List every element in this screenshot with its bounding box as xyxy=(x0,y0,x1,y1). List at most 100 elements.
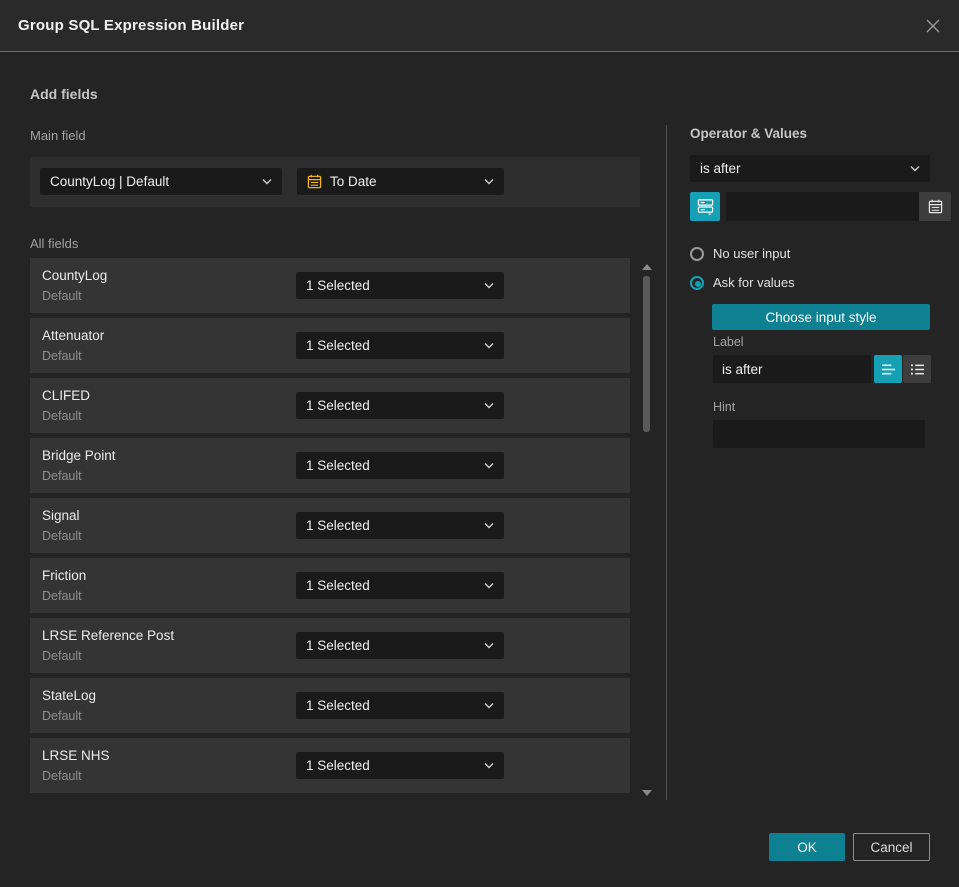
chevron-down-icon xyxy=(484,462,494,469)
field-selection-dropdown[interactable]: 1 Selected xyxy=(296,572,504,599)
field-subtitle: Default xyxy=(42,769,82,783)
operator-value: is after xyxy=(700,161,741,176)
chevron-down-icon xyxy=(484,642,494,649)
dialog-header: Group SQL Expression Builder xyxy=(0,0,959,52)
scroll-up-icon[interactable] xyxy=(642,264,652,270)
selected-count: 1 Selected xyxy=(306,398,370,413)
label-input[interactable] xyxy=(713,355,871,383)
field-row-countylog: CountyLog Default 1 Selected xyxy=(30,258,630,313)
selected-count: 1 Selected xyxy=(306,278,370,293)
field-row-bridge-point: Bridge Point Default 1 Selected xyxy=(30,438,630,493)
list-style-button[interactable] xyxy=(903,355,931,383)
chevron-down-icon xyxy=(484,522,494,529)
chevron-down-icon xyxy=(262,178,272,185)
close-button[interactable] xyxy=(923,16,943,36)
chevron-down-icon xyxy=(484,402,494,409)
field-name: Attenuator xyxy=(42,328,105,343)
field-subtitle: Default xyxy=(42,709,82,723)
radio-selected-icon xyxy=(690,275,704,290)
selected-count: 1 Selected xyxy=(306,458,370,473)
radio-circle-icon xyxy=(690,246,704,261)
field-name: Friction xyxy=(42,568,87,583)
all-fields-label: All fields xyxy=(30,236,79,251)
field-name: Bridge Point xyxy=(42,448,116,463)
selected-count: 1 Selected xyxy=(306,698,370,713)
field-subtitle: Default xyxy=(42,289,82,303)
single-value-style-button[interactable] xyxy=(874,355,902,383)
radio-no-user-input[interactable]: No user input xyxy=(690,246,790,261)
cancel-button[interactable]: Cancel xyxy=(853,833,930,861)
hint-field-label: Hint xyxy=(713,400,736,414)
field-subtitle: Default xyxy=(42,469,82,483)
panel-divider xyxy=(666,125,667,800)
main-field-strip: CountyLog | Default To Date xyxy=(30,157,640,207)
field-row-lrse-reference-post: LRSE Reference Post Default 1 Selected xyxy=(30,618,630,673)
chevron-down-icon xyxy=(484,702,494,709)
field-selection-dropdown[interactable]: 1 Selected xyxy=(296,632,504,659)
field-subtitle: Default xyxy=(42,409,82,423)
field-row-statelog: StateLog Default 1 Selected xyxy=(30,678,630,733)
field-selection-dropdown[interactable]: 1 Selected xyxy=(296,272,504,299)
list-scrollbar[interactable] xyxy=(641,258,653,800)
all-fields-list: CountyLog Default 1 Selected Attenuator … xyxy=(30,258,630,798)
chevron-down-icon xyxy=(484,282,494,289)
date-input-group xyxy=(726,192,951,221)
close-icon xyxy=(926,19,940,33)
calendar-icon xyxy=(928,199,942,214)
field-name: StateLog xyxy=(42,688,97,703)
selected-count: 1 Selected xyxy=(306,578,370,593)
operator-select[interactable]: is after xyxy=(690,155,930,182)
field-name: LRSE NHS xyxy=(42,748,110,763)
calendar-icon xyxy=(307,174,322,189)
hint-input[interactable] xyxy=(713,420,925,448)
field-subtitle: Default xyxy=(42,589,82,603)
selected-count: 1 Selected xyxy=(306,638,370,653)
stacked-values-icon xyxy=(697,199,713,215)
selected-count: 1 Selected xyxy=(306,518,370,533)
field-row-lrse-nhs: LRSE NHS Default 1 Selected xyxy=(30,738,630,793)
main-field-select[interactable]: CountyLog | Default xyxy=(40,168,282,195)
align-left-icon xyxy=(881,364,895,374)
selected-count: 1 Selected xyxy=(306,338,370,353)
choose-input-style-button[interactable]: Choose input style xyxy=(712,304,930,330)
chevron-down-icon xyxy=(910,165,920,172)
field-name: Signal xyxy=(42,508,80,523)
value-source-button[interactable] xyxy=(690,192,720,221)
operator-values-heading: Operator & Values xyxy=(690,126,808,141)
chevron-down-icon xyxy=(484,342,494,349)
radio-label: Ask for values xyxy=(713,275,795,290)
field-subtitle: Default xyxy=(42,529,82,543)
chevron-down-icon xyxy=(484,582,494,589)
field-selection-dropdown[interactable]: 1 Selected xyxy=(296,452,504,479)
field-selection-dropdown[interactable]: 1 Selected xyxy=(296,692,504,719)
field-row-attenuator: Attenuator Default 1 Selected xyxy=(30,318,630,373)
field-row-clifed: CLIFED Default 1 Selected xyxy=(30,378,630,433)
add-fields-heading: Add fields xyxy=(30,86,98,102)
date-picker-button[interactable] xyxy=(919,192,951,221)
chevron-down-icon xyxy=(484,178,494,185)
scroll-down-icon[interactable] xyxy=(642,790,652,796)
field-name: CountyLog xyxy=(42,268,108,283)
field-selection-dropdown[interactable]: 1 Selected xyxy=(296,392,504,419)
date-value-row xyxy=(690,192,951,221)
field-name: LRSE Reference Post xyxy=(42,628,175,643)
selected-count: 1 Selected xyxy=(306,758,370,773)
main-field-select-value: CountyLog | Default xyxy=(50,174,170,189)
main-field-date-select[interactable]: To Date xyxy=(297,168,504,195)
ok-button[interactable]: OK xyxy=(769,833,845,861)
group-sql-expression-builder-dialog: Group SQL Expression Builder Add fields … xyxy=(0,0,959,887)
radio-label: No user input xyxy=(713,246,791,261)
field-row-signal: Signal Default 1 Selected xyxy=(30,498,630,553)
radio-ask-for-values[interactable]: Ask for values xyxy=(690,275,795,290)
field-row-friction: Friction Default 1 Selected xyxy=(30,558,630,613)
field-selection-dropdown[interactable]: 1 Selected xyxy=(296,332,504,359)
date-value-input[interactable] xyxy=(726,192,919,221)
label-field-label: Label xyxy=(713,335,744,349)
chevron-down-icon xyxy=(484,762,494,769)
scrollbar-thumb[interactable] xyxy=(643,276,650,432)
field-selection-dropdown[interactable]: 1 Selected xyxy=(296,752,504,779)
field-subtitle: Default xyxy=(42,649,82,663)
field-subtitle: Default xyxy=(42,349,82,363)
field-selection-dropdown[interactable]: 1 Selected xyxy=(296,512,504,539)
dialog-title: Group SQL Expression Builder xyxy=(18,17,245,34)
